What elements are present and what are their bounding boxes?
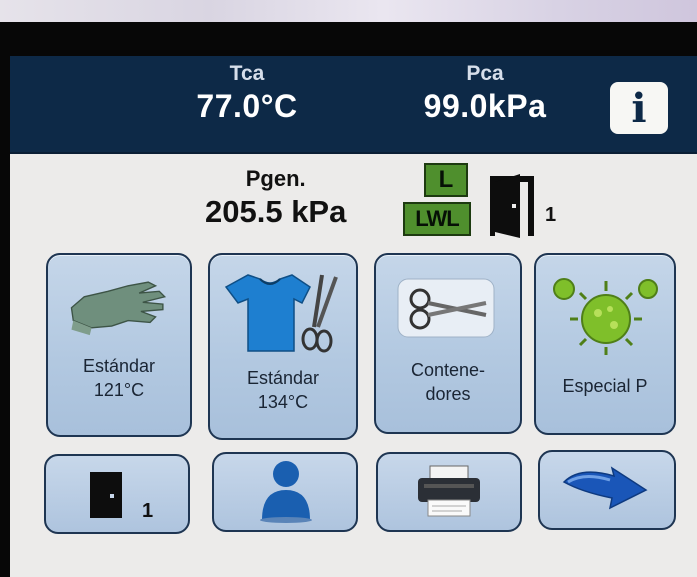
- door-button-number: 1: [142, 500, 154, 522]
- door-open-icon: [490, 174, 534, 238]
- print-button[interactable]: [376, 452, 522, 532]
- door-button[interactable]: 1: [44, 454, 190, 534]
- chamber-pressure: Pca 99.0kPa: [400, 62, 570, 125]
- program-line2: 134°C: [257, 392, 309, 412]
- door-icon: [90, 472, 122, 518]
- generator-pressure: Pgen. 205.5 kPa: [205, 166, 346, 230]
- printer-icon: [418, 465, 480, 517]
- program-containers-button[interactable]: Contene- dores: [374, 253, 522, 434]
- program-line1: Estándar: [246, 368, 320, 388]
- level-badge: L: [424, 163, 468, 197]
- user-icon: [260, 461, 312, 523]
- program-line1: Contene-: [410, 360, 486, 380]
- generator-pressure-value: 205.5 kPa: [205, 194, 347, 229]
- status-bar: Tca 77.0°C Pca 99.0kPa i: [10, 56, 697, 154]
- next-arrow-icon: [562, 466, 648, 510]
- info-icon: i: [631, 84, 647, 132]
- chamber-pressure-value: 99.0kPa: [423, 88, 547, 124]
- door-number: 1: [545, 204, 557, 226]
- glove-icon: [70, 281, 167, 336]
- program-line2: 121°C: [93, 380, 145, 400]
- low-water-level-badge: LWL: [403, 202, 471, 236]
- generator-pressure-label: Pgen.: [245, 166, 306, 191]
- user-button[interactable]: [212, 452, 358, 532]
- program-line1: Estándar: [82, 356, 156, 376]
- chamber-temperature: Tca 77.0°C: [182, 62, 312, 125]
- program-line1: Especial P: [562, 376, 648, 396]
- program-line2: dores: [425, 384, 471, 404]
- program-special-p-button[interactable]: Especial P: [534, 253, 676, 435]
- info-button[interactable]: i: [610, 82, 668, 134]
- chamber-pressure-label: Pca: [466, 62, 504, 85]
- touch-screen: Tca 77.0°C Pca 99.0kPa i Pgen. 205.5 kPa…: [10, 56, 697, 577]
- scissors-icon: [397, 278, 495, 338]
- chamber-temperature-value: 77.0°C: [196, 88, 298, 124]
- virus-icon: [553, 278, 658, 355]
- next-button[interactable]: [538, 450, 676, 530]
- shirt-scissors-icon: [224, 274, 338, 353]
- program-standard-121-button[interactable]: Estándar 121°C: [46, 253, 192, 437]
- program-standard-134-button[interactable]: Estándar 134°C: [208, 253, 358, 440]
- chamber-temperature-label: Tca: [229, 62, 265, 85]
